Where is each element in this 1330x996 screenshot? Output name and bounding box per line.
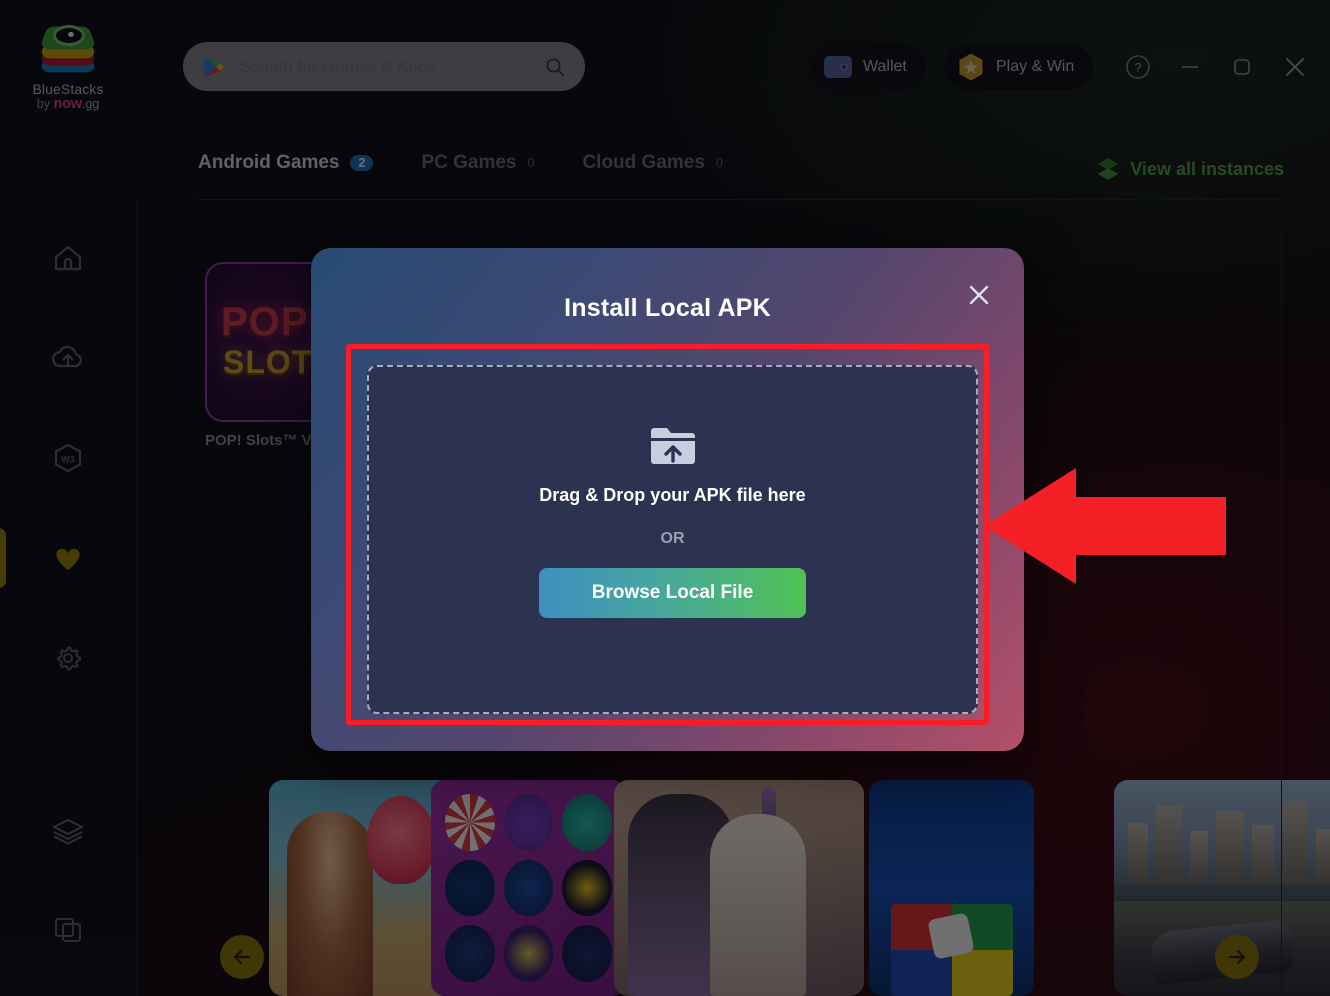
install-local-apk-dialog: Install Local APK Drag & Drop your APK f…: [311, 248, 1024, 751]
dropzone-label: Drag & Drop your APK file here: [539, 485, 806, 505]
close-icon: [969, 285, 989, 305]
apk-dropzone[interactable]: Drag & Drop your APK file here OR Browse…: [367, 365, 978, 714]
dropzone-highlight-box: Drag & Drop your APK file here OR Browse…: [346, 344, 989, 725]
dialog-close-button[interactable]: [962, 278, 996, 312]
annotation-arrow-left: [984, 468, 1226, 584]
folder-upload-icon: [650, 428, 695, 464]
dropzone-or-label: OR: [660, 530, 685, 547]
dialog-title: Install Local APK: [564, 294, 771, 322]
bluestacks-app-window: BlueStacks by now.gg W3: [0, 0, 1330, 996]
browse-local-file-button[interactable]: Browse Local File: [539, 568, 806, 618]
